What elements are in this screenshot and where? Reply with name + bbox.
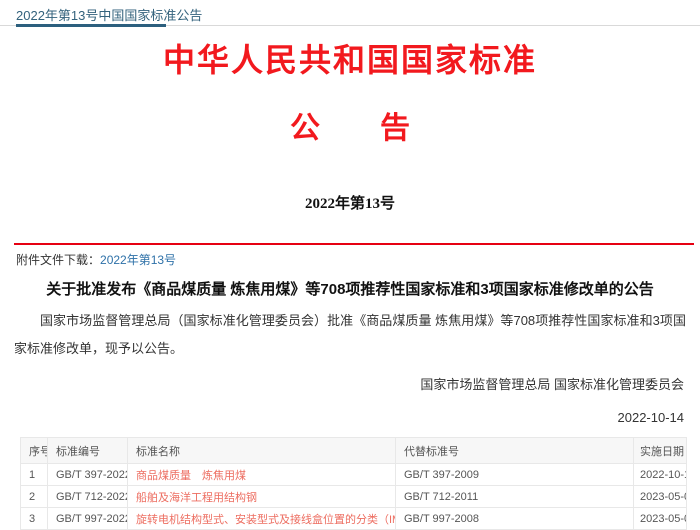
top-tab-bar: 2022年第13号中国国家标准公告 <box>0 0 700 26</box>
table-row: 3GB/T 997-2022 旋转电机结构型式、安装型式及接线盒位置的分类（IM代… <box>21 508 687 530</box>
tab-active-underline <box>16 24 166 27</box>
table-row: 2GB/T 712-2022 船舶及海洋工程用结构钢 GB/T 712-201120… <box>21 486 687 508</box>
announcement-heading: 关于批准发布《商品煤质量 炼焦用煤》等708项推荐性国家标准和3项国家标准修改单… <box>20 280 680 300</box>
announcement-body: 国家市场监督管理总局（国家标准化管理委员会）批准《商品煤质量 炼焦用煤》等708… <box>14 307 686 363</box>
attachment-download-link[interactable]: 2022年第13号 <box>100 253 176 267</box>
cell-impl-date: 2023-05-01 <box>634 508 687 530</box>
cell-index: 1 <box>21 464 48 486</box>
attachment-label: 附件文件下载： <box>16 253 100 267</box>
standard-name-link[interactable]: 商品煤质量 炼焦用煤 <box>136 470 246 482</box>
publication-date: 2022-10-14 <box>0 409 684 426</box>
cell-standard-name: 旋转电机结构型式、安装型式及接线盒位置的分类（IM代码） <box>128 508 396 530</box>
cell-standard-name: 商品煤质量 炼焦用煤 <box>128 464 396 486</box>
cell-standard-code: GB/T 712-2022 <box>48 486 128 508</box>
header-index: 序号 <box>21 438 48 464</box>
header-standard-name: 标准名称 <box>128 438 396 464</box>
standards-table-body: 1GB/T 397-2022 商品煤质量 炼焦用煤 GB/T 397-2009202… <box>21 464 687 530</box>
tab-current-announcement[interactable]: 2022年第13号中国国家标准公告 <box>16 8 202 23</box>
cell-impl-date: 2023-05-01 <box>634 486 687 508</box>
issue-number: 2022年第13号 <box>0 195 700 213</box>
table-header-row: 序号 标准编号 标准名称 代替标准号 实施日期 <box>21 438 687 464</box>
red-divider-rule <box>14 243 694 245</box>
standard-name-link[interactable]: 旋转电机结构型式、安装型式及接线盒位置的分类（IM代码） <box>136 514 396 526</box>
cell-replaced-code: GB/T 997-2008 <box>396 508 634 530</box>
cell-standard-code: GB/T 997-2022 <box>48 508 128 530</box>
subtitle-gonggao: 公 告 <box>0 112 700 146</box>
cell-standard-name: 船舶及海洋工程用结构钢 <box>128 486 396 508</box>
standard-name-link[interactable]: 船舶及海洋工程用结构钢 <box>136 492 257 504</box>
cell-replaced-code: GB/T 712-2011 <box>396 486 634 508</box>
header-replaced-code: 代替标准号 <box>396 438 634 464</box>
document-header: 中华人民共和国国家标准 公 告 2022年第13号 <box>0 42 700 213</box>
signature-line: 国家市场监督管理总局 国家标准化管理委员会 <box>0 376 684 393</box>
standards-table: 序号 标准编号 标准名称 代替标准号 实施日期 1GB/T 397-2022 商品… <box>20 437 687 530</box>
attachment-row: 附件文件下载：2022年第13号 <box>16 252 700 268</box>
main-title: 中华人民共和国国家标准 <box>0 42 700 78</box>
cell-index: 3 <box>21 508 48 530</box>
table-row: 1GB/T 397-2022 商品煤质量 炼焦用煤 GB/T 397-2009202… <box>21 464 687 486</box>
announcement-page: 2022年第13号中国国家标准公告 中华人民共和国国家标准 公 告 2022年第… <box>0 0 700 504</box>
cell-standard-code: GB/T 397-2022 <box>48 464 128 486</box>
cell-index: 2 <box>21 486 48 508</box>
cell-impl-date: 2022-10-14 <box>634 464 687 486</box>
cell-replaced-code: GB/T 397-2009 <box>396 464 634 486</box>
header-impl-date: 实施日期 <box>634 438 687 464</box>
header-standard-code: 标准编号 <box>48 438 128 464</box>
